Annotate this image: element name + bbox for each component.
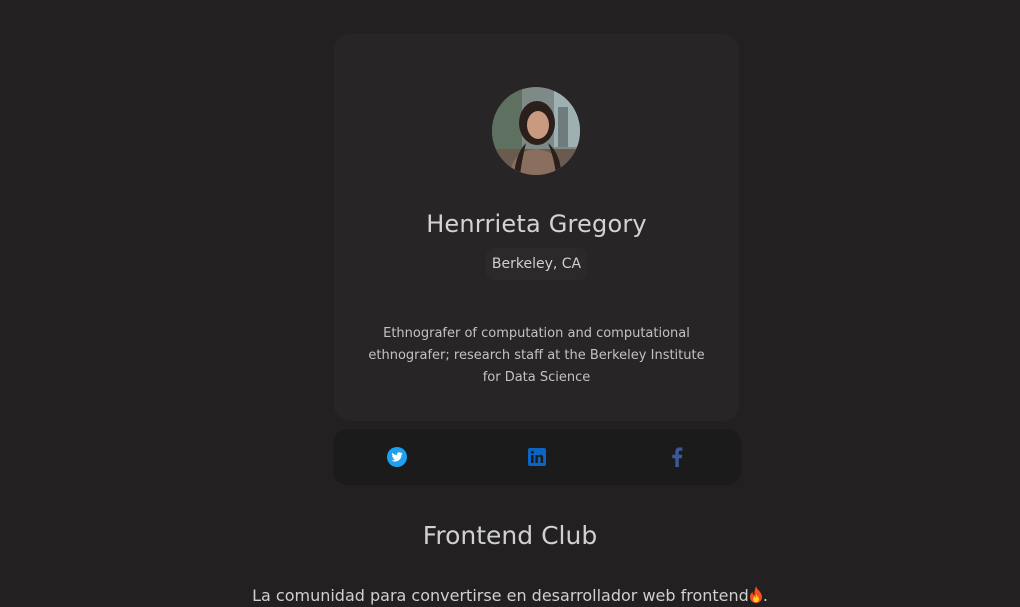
twitter-icon xyxy=(387,447,407,467)
facebook-link[interactable] xyxy=(664,444,690,470)
avatar-photo xyxy=(492,87,580,175)
social-links-bar xyxy=(333,429,741,485)
club-tagline: La comunidad para convertirse en desarro… xyxy=(0,586,1020,605)
twitter-link[interactable] xyxy=(384,444,410,470)
avatar xyxy=(492,87,580,175)
linkedin-link[interactable] xyxy=(524,444,550,470)
location-badge: Berkeley, CA xyxy=(486,248,587,280)
profile-card: Henrrieta Gregory Berkeley, CA Ethnograf… xyxy=(334,34,739,421)
linkedin-icon xyxy=(528,448,546,466)
profile-name: Henrrieta Gregory xyxy=(426,210,647,238)
profile-bio: Ethnografer of computation and computati… xyxy=(368,326,705,385)
club-title: Frontend Club xyxy=(422,521,598,550)
tagline-end: . xyxy=(762,586,768,605)
tagline-text: La comunidad para convertirse en desarro… xyxy=(252,586,749,605)
page: Henrrieta Gregory Berkeley, CA Ethnograf… xyxy=(0,0,1020,607)
fire-icon xyxy=(749,586,762,603)
facebook-icon xyxy=(672,447,683,467)
